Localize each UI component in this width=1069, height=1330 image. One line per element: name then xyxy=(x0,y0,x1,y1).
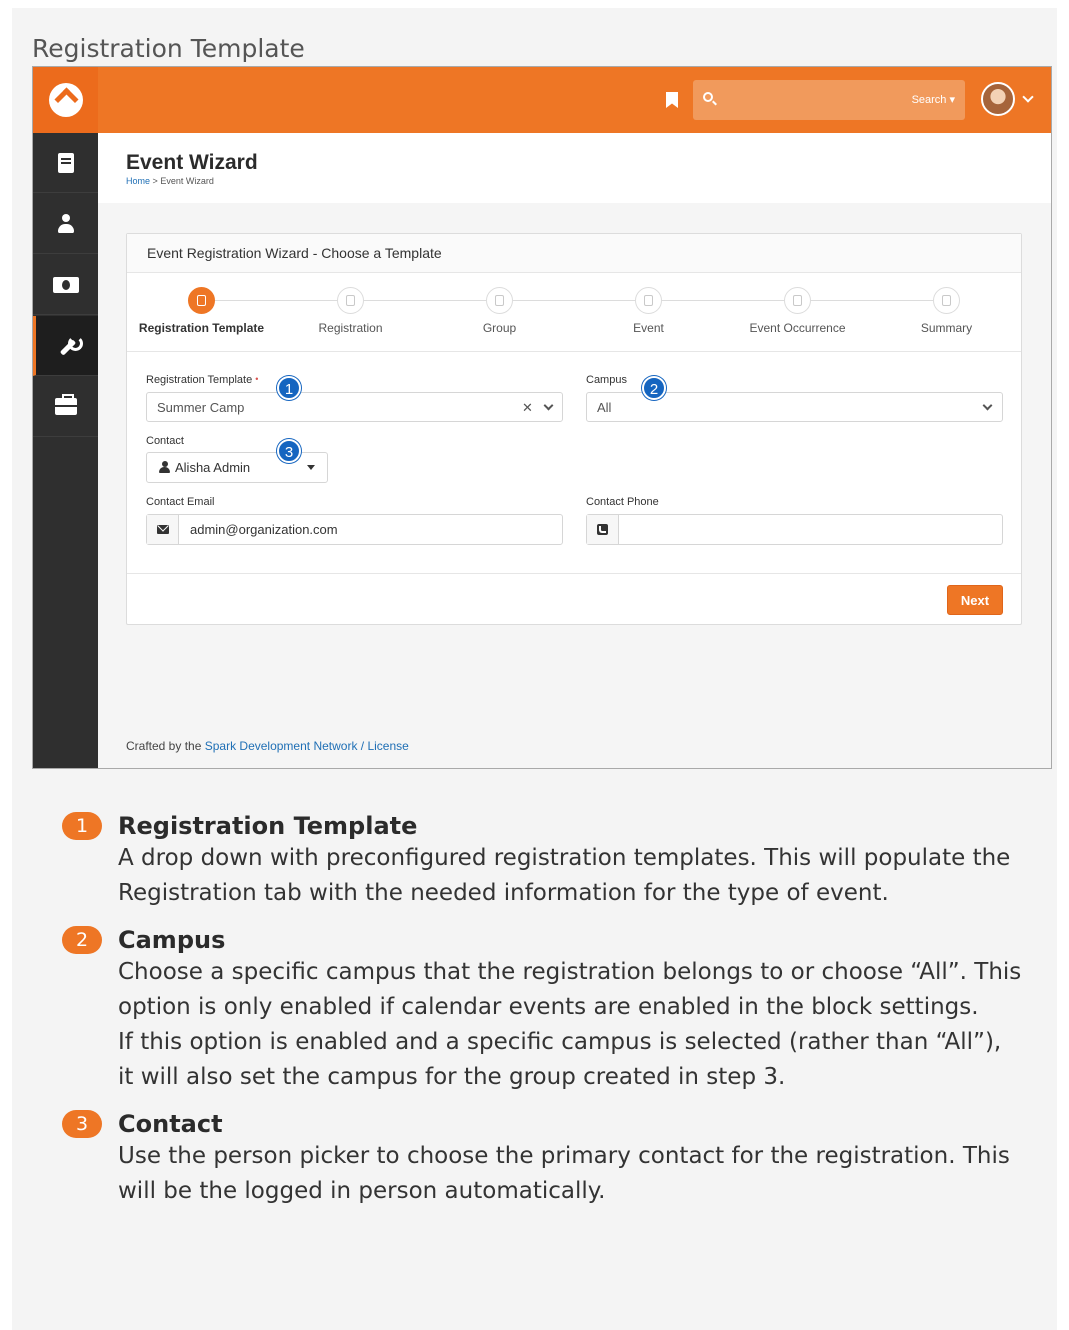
note-number: 2 xyxy=(62,926,102,954)
note-body: A drop down with preconfigured registrat… xyxy=(118,845,1011,906)
money-icon xyxy=(52,276,79,293)
wrench-icon xyxy=(57,335,83,356)
book-icon xyxy=(57,152,74,173)
note-title: Contact xyxy=(118,1110,223,1138)
contact-value: Alisha Admin xyxy=(175,460,251,475)
email-label: Contact Email xyxy=(146,496,215,508)
chevron-down-icon xyxy=(982,400,993,411)
breadcrumb: Home > Event Wizard xyxy=(126,176,214,186)
template-label: Registration Template • xyxy=(146,374,259,386)
footer-spark-link[interactable]: Spark Development Network xyxy=(205,739,358,753)
briefcase-icon xyxy=(54,394,77,415)
step-summary[interactable]: Summary xyxy=(872,273,1021,335)
step-registration-template[interactable]: Registration Template xyxy=(127,273,276,335)
step-label: Registration xyxy=(318,321,383,335)
notes-list: 1 Registration Template A drop down with… xyxy=(62,811,1022,1223)
envelope-icon xyxy=(156,525,169,534)
email-field[interactable]: admin@organization.com xyxy=(146,514,563,545)
email-value: admin@organization.com xyxy=(190,522,338,537)
top-navbar: Search ▾ xyxy=(33,67,1051,133)
panel-heading: Event Registration Wizard - Choose a Tem… xyxy=(127,234,1021,273)
person-icon xyxy=(159,461,170,473)
note-body: Use the person picker to choose the prim… xyxy=(118,1143,1010,1204)
calendar-icon xyxy=(635,287,662,314)
sidebar-item-finance[interactable] xyxy=(33,255,98,315)
document-page: Registration Template Search ▾ Event Wiz… xyxy=(12,8,1057,1330)
search-type-button[interactable]: Search ▾ xyxy=(912,93,955,106)
rock-logo[interactable] xyxy=(33,67,98,133)
step-group[interactable]: Group xyxy=(425,273,574,335)
callout-badge: 3 xyxy=(277,439,301,463)
campus-label: Campus xyxy=(586,374,627,386)
callout-badge: 2 xyxy=(642,376,666,400)
search-icon xyxy=(703,92,713,102)
footer-license-link[interactable]: License xyxy=(367,739,408,753)
contact-label: Contact xyxy=(146,435,184,447)
panel-divider xyxy=(127,573,1021,574)
phone-label: Contact Phone xyxy=(586,496,659,508)
note-title: Registration Template xyxy=(118,812,418,840)
users-icon xyxy=(486,287,513,314)
page-title: Event Wizard xyxy=(126,151,258,174)
clear-icon[interactable]: ✕ xyxy=(522,400,533,416)
page-header: Event Wizard Home > Event Wizard xyxy=(98,133,1051,203)
caret-down-icon xyxy=(307,465,315,470)
note-body: If this option is enabled and a specific… xyxy=(118,1029,1002,1090)
footer-separator: / xyxy=(357,739,368,753)
section-title: Registration Template xyxy=(32,34,305,63)
step-label: Event Occurrence xyxy=(749,321,846,335)
chevron-down-icon xyxy=(543,400,554,411)
step-label: Event xyxy=(633,321,664,335)
contact-person-picker[interactable]: Alisha Admin xyxy=(146,452,328,483)
step-event-occurrence[interactable]: Event Occurrence xyxy=(723,273,872,335)
note-item: 1 Registration Template A drop down with… xyxy=(62,811,1022,911)
sidebar xyxy=(33,133,98,768)
step-registration[interactable]: Registration xyxy=(276,273,425,335)
note-item: 2 Campus Choose a specific campus that t… xyxy=(62,925,1022,1095)
avatar[interactable] xyxy=(981,82,1015,116)
logo-icon xyxy=(48,83,83,117)
next-button[interactable]: Next xyxy=(947,585,1003,615)
sidebar-item-pages[interactable] xyxy=(33,133,98,193)
note-body: Choose a specific campus that the regist… xyxy=(118,959,1022,1020)
wizard-panel: Event Registration Wizard - Choose a Tem… xyxy=(126,233,1022,625)
clipboard-icon xyxy=(188,287,215,314)
note-number: 3 xyxy=(62,1110,102,1138)
campus-value: All xyxy=(597,400,612,415)
list-icon xyxy=(933,287,960,314)
file-icon xyxy=(337,287,364,314)
breadcrumb-current: Event Wizard xyxy=(160,176,214,186)
sidebar-item-admin[interactable] xyxy=(33,377,98,437)
search-input[interactable]: Search ▾ xyxy=(693,80,965,120)
note-item: 3 Contact Use the person picker to choos… xyxy=(62,1109,1022,1209)
footer-credit: Crafted by the Spark Development Network… xyxy=(126,739,409,753)
template-select[interactable]: Summer Camp ✕ xyxy=(146,392,563,422)
email-addon xyxy=(147,515,179,544)
step-label: Registration Template xyxy=(138,321,265,335)
note-number: 1 xyxy=(62,812,102,840)
phone-field[interactable] xyxy=(586,514,1003,545)
bookmark-icon[interactable] xyxy=(666,92,678,108)
step-event[interactable]: Event xyxy=(574,273,723,335)
app-screenshot: Search ▾ Event Wizard Home > Event Wizar… xyxy=(32,66,1052,769)
phone-addon xyxy=(587,515,619,544)
callout-badge: 1 xyxy=(277,376,301,400)
phone-icon xyxy=(597,524,608,535)
wizard-steps: Registration Template Registration Group… xyxy=(127,273,1021,352)
breadcrumb-home[interactable]: Home xyxy=(126,176,150,186)
chevron-down-icon[interactable] xyxy=(1022,91,1034,103)
step-label: Summary xyxy=(920,321,973,335)
clock-icon xyxy=(784,287,811,314)
footer-prefix: Crafted by the xyxy=(126,739,205,753)
step-label: Group xyxy=(482,321,517,335)
person-icon xyxy=(57,213,75,234)
sidebar-item-tools[interactable] xyxy=(33,316,98,376)
sidebar-item-people[interactable] xyxy=(33,194,98,254)
breadcrumb-separator: > xyxy=(152,176,158,186)
template-value: Summer Camp xyxy=(157,400,245,415)
required-indicator: • xyxy=(255,374,259,384)
note-title: Campus xyxy=(118,926,226,954)
